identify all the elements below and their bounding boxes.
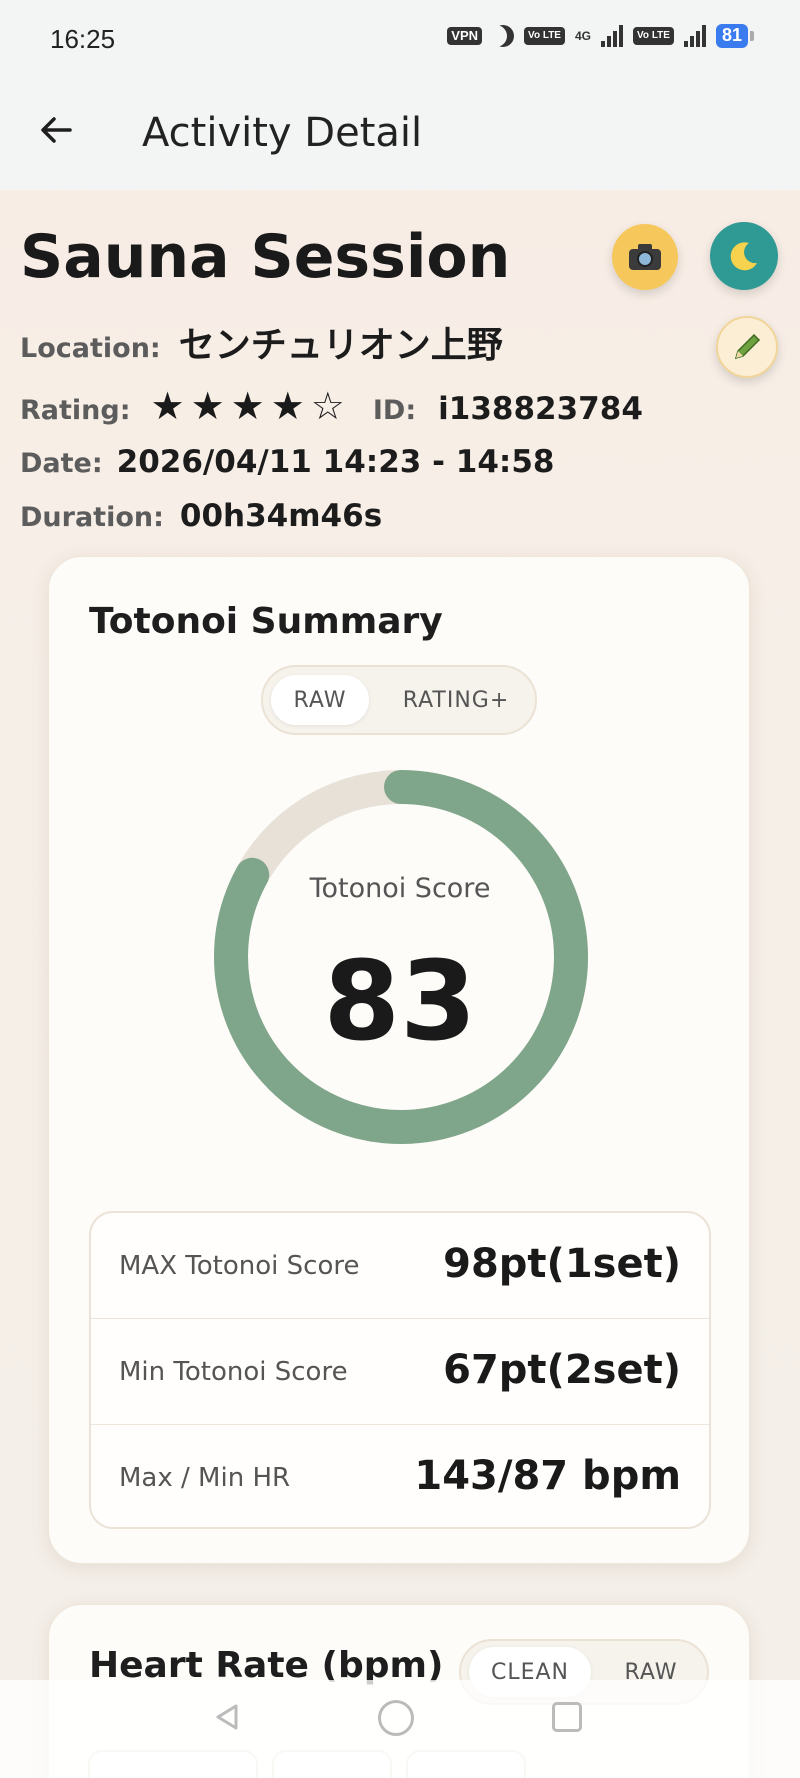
- signal-icon: [601, 25, 623, 47]
- location-value: センチュリオン上野: [178, 325, 503, 366]
- camera-icon: [629, 244, 661, 270]
- stat-value: 67pt(2set): [443, 1347, 681, 1393]
- date-label: Date:: [20, 448, 103, 479]
- id-value: i138823784: [438, 391, 643, 427]
- moon-icon: [730, 242, 757, 271]
- score-value: 83: [323, 937, 477, 1065]
- stat-label: MAX Totonoi Score: [119, 1251, 360, 1281]
- toggle-raw[interactable]: RAW: [271, 675, 369, 725]
- score-label: Totonoi Score: [309, 873, 491, 904]
- page-title: Activity Detail: [142, 110, 423, 156]
- score-mode-toggle: RAW RATING+: [261, 665, 537, 735]
- nav-recent-icon[interactable]: [552, 1702, 582, 1732]
- stat-label: Max / Min HR: [119, 1463, 291, 1493]
- location-label: Location:: [20, 333, 161, 364]
- camera-button[interactable]: [612, 224, 678, 290]
- app-bar: Activity Detail: [0, 80, 800, 190]
- stat-label: Min Totonoi Score: [119, 1357, 348, 1387]
- duration-label: Duration:: [20, 502, 164, 533]
- vpn-icon: VPN: [447, 27, 483, 45]
- volte-icon-2: Vo LTE: [633, 27, 674, 45]
- signal-icon-2: [683, 25, 706, 47]
- rating-stars: ★★★★☆: [150, 384, 351, 428]
- card-title: Totonoi Summary: [89, 601, 443, 642]
- nav-home-icon[interactable]: [378, 1700, 414, 1736]
- rating-label: Rating:: [20, 395, 131, 426]
- id-label: ID:: [372, 395, 417, 426]
- volte-icon: Vo LTE: [524, 27, 565, 45]
- stat-value: 143/87 bpm: [414, 1453, 681, 1499]
- back-arrow-icon[interactable]: [36, 110, 76, 150]
- stats-table: MAX Totonoi Score 98pt(1set) Min Totonoi…: [89, 1211, 711, 1529]
- location-row: Location: センチュリオン上野: [20, 316, 503, 368]
- status-icons: VPN Vo LTE 4G Vo LTE 81: [447, 24, 755, 48]
- night-mode-button[interactable]: [710, 222, 778, 290]
- status-time: 16:25: [50, 24, 116, 54]
- totonoi-summary-card: Totonoi Summary RAW RATING+ Totonoi Scor…: [48, 556, 750, 1564]
- do-not-disturb-icon: [492, 25, 514, 47]
- toggle-rating-plus[interactable]: RATING+: [383, 675, 529, 725]
- nav-back-icon[interactable]: [212, 1702, 242, 1732]
- network-type: 4G: [574, 29, 591, 43]
- stat-row: MAX Totonoi Score 98pt(1set): [91, 1213, 709, 1319]
- edit-button[interactable]: [716, 316, 778, 378]
- battery-icon: 81: [715, 24, 755, 48]
- date-row: Date: 2026/04/11 14:23 - 14:58: [20, 444, 554, 480]
- stat-row: Min Totonoi Score 67pt(2set): [91, 1319, 709, 1425]
- stat-row: Max / Min HR 143/87 bpm: [91, 1425, 709, 1527]
- duration-value: 00h34m46s: [179, 498, 383, 534]
- rating-row: Rating: ★★★★☆ ID: i138823784: [20, 384, 643, 428]
- date-value: 2026/04/11 14:23 - 14:58: [116, 444, 555, 480]
- duration-row: Duration: 00h34m46s: [20, 498, 382, 534]
- pencil-icon: [734, 333, 761, 360]
- stat-value: 98pt(1set): [443, 1241, 681, 1287]
- system-nav-bar: [0, 1680, 800, 1778]
- activity-title: Sauna Session: [20, 222, 511, 292]
- status-bar: 16:25 VPN Vo LTE 4G Vo LTE 81: [0, 0, 800, 80]
